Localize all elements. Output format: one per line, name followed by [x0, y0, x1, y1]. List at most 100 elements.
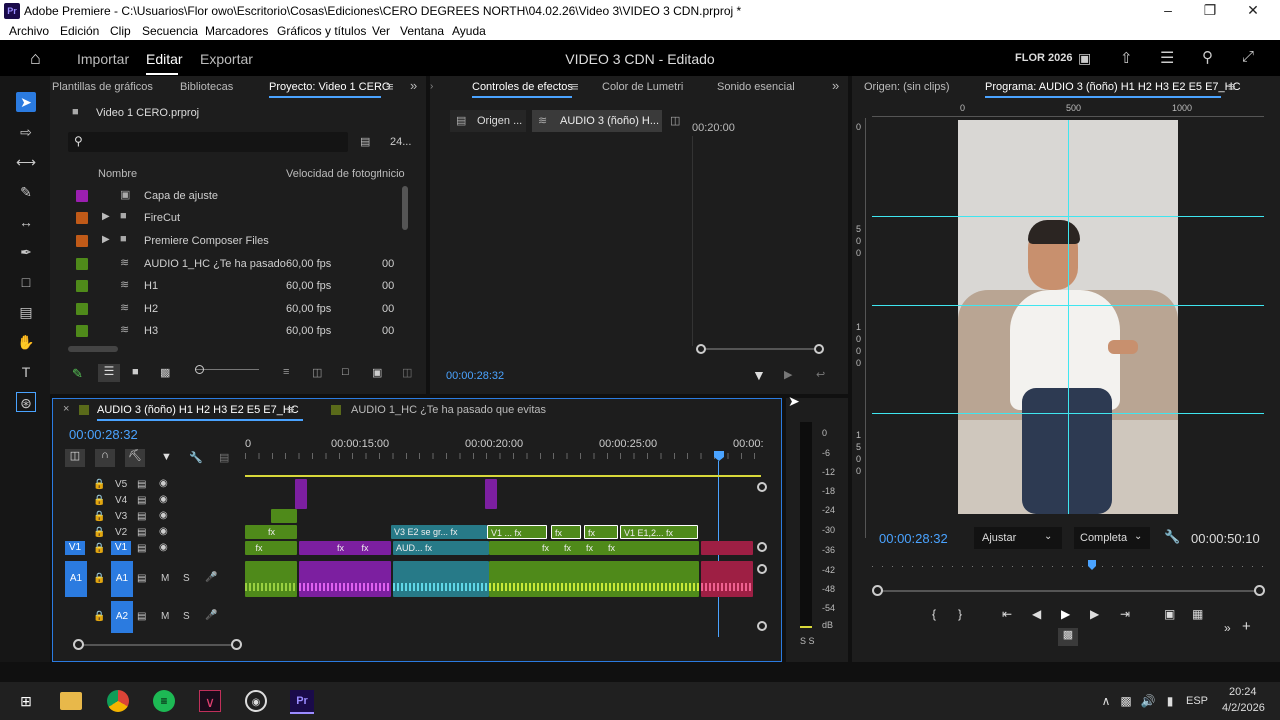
minimize-icon[interactable]: – [1158, 2, 1178, 18]
go-to-out-icon[interactable]: ⇥ [1120, 607, 1130, 621]
timeline-clip[interactable]: V1 ... fx [487, 525, 547, 539]
lift-icon[interactable]: ▣ [1164, 607, 1175, 621]
eye-icon[interactable]: ◉ [159, 510, 168, 521]
app-icon[interactable]: ∨ [199, 690, 221, 712]
solo-buttons[interactable]: S S [800, 636, 815, 646]
tab-plantillas[interactable]: Plantillas de gráficos [52, 81, 153, 93]
ripple-edit-tool-icon[interactable]: ⟷ [16, 152, 36, 172]
timeline-clip[interactable] [701, 541, 753, 555]
more-buttons-icon[interactable]: » [1224, 621, 1231, 635]
track-a1-label[interactable]: A1 [111, 561, 133, 597]
menu-archivo[interactable]: Archivo [9, 24, 49, 38]
file-explorer-icon[interactable] [60, 692, 82, 710]
menu-clip[interactable]: Clip [110, 24, 131, 38]
clock-time[interactable]: 20:24 [1229, 686, 1257, 698]
source-patch-a1[interactable]: A1 [65, 561, 87, 597]
timeline-timecode[interactable]: 00:00:28:32 [69, 427, 138, 442]
list-item[interactable]: ▶ ■ FireCut [70, 207, 410, 229]
program-timecode[interactable]: 00:00:28:32 [879, 531, 948, 546]
fullscreen-icon[interactable]: ⤢ [1242, 48, 1254, 65]
lock-icon[interactable]: 🔒 [93, 573, 105, 584]
col-inicio[interactable]: Inicio [379, 168, 405, 180]
sequence-subtab[interactable]: ≋ AUDIO 3 (ñoño) H... [532, 110, 662, 132]
list-item[interactable]: ≋ AUDIO 1_HC ¿Te ha pasado 60,00 fps 00 [70, 253, 410, 275]
sync-lock-icon[interactable]: ▤ [137, 573, 146, 584]
menu-marcadores[interactable]: Marcadores [205, 24, 268, 38]
timeline-clip[interactable]: fx [551, 525, 581, 539]
zoom-slider[interactable] [195, 365, 259, 375]
new-item-icon[interactable]: ▣ [372, 366, 382, 379]
search-icon[interactable]: ⚲ [1202, 48, 1213, 66]
program-zoom-bar[interactable] [872, 585, 1265, 597]
mute-icon[interactable]: M [161, 611, 169, 622]
microphone-icon[interactable]: 🎤 [205, 572, 217, 583]
effects-zoom-bar[interactable] [696, 344, 824, 354]
extract-icon[interactable]: ▦ [1192, 607, 1203, 621]
folder-icon[interactable]: □ [342, 366, 349, 378]
slip-tool-icon[interactable]: ↔ [16, 212, 36, 232]
fit-dropdown[interactable]: Ajustar ⌄ [974, 527, 1062, 549]
timeline-clip[interactable] [485, 479, 497, 509]
premiere-taskbar-icon[interactable]: Pr [290, 690, 314, 714]
obs-icon[interactable]: ◉ [245, 690, 267, 712]
tab-proyecto[interactable]: Proyecto: Video 1 CERO [269, 81, 390, 93]
step-back-icon[interactable]: ◀ [1032, 607, 1041, 621]
timeline-settings-icon[interactable]: 🔧 [189, 451, 203, 464]
audio-clip[interactable] [489, 561, 699, 597]
sync-lock-icon[interactable]: ▤ [137, 543, 146, 554]
share-icon[interactable]: ⇧ [1120, 49, 1133, 67]
panel-left-arrow-icon[interactable]: › [430, 81, 433, 92]
v-scroll-handle[interactable] [757, 482, 767, 492]
track-a2-label[interactable]: A2 [111, 601, 133, 633]
a-scroll-handle[interactable] [757, 564, 767, 574]
trash-icon[interactable]: ◫ [402, 366, 412, 379]
eye-icon[interactable]: ◉ [159, 542, 168, 553]
filter-icon[interactable]: ▼ [752, 367, 766, 383]
panel-menu-icon[interactable]: ≡ [287, 402, 295, 417]
source-subtab[interactable]: ▤ Origen ... [450, 110, 526, 132]
toggle-timeline-icon[interactable]: ◫ [670, 114, 680, 127]
wrench-icon[interactable]: 🔧 [1164, 529, 1180, 545]
track-v1-label[interactable]: V1 [111, 541, 131, 555]
linked-selection-icon[interactable]: ⛏ [125, 449, 145, 467]
lock-icon[interactable]: 🔒 [93, 479, 105, 490]
sync-lock-icon[interactable]: ▤ [137, 511, 146, 522]
a-scroll-handle[interactable] [757, 621, 767, 631]
menu-secuencia[interactable]: Secuencia [142, 24, 198, 38]
expand-icon[interactable]: ▶ [102, 211, 110, 222]
chrome-icon[interactable] [107, 690, 129, 712]
sort-icon[interactable]: ≡ [283, 366, 289, 378]
sync-lock-icon[interactable]: ▤ [137, 611, 146, 622]
timeline-zoom-bar[interactable] [73, 639, 243, 651]
effects-timecode[interactable]: 00:00:28:32 [446, 370, 504, 382]
pen-tool-icon[interactable]: ✒ [16, 242, 36, 262]
menu-ventana[interactable]: Ventana [400, 24, 444, 38]
network-icon[interactable]: ▩ [1114, 690, 1138, 712]
quality-dropdown[interactable]: Completa ⌄ [1074, 527, 1150, 549]
tab-bibliotecas[interactable]: Bibliotecas [180, 81, 233, 93]
eye-icon[interactable]: ◉ [159, 478, 168, 489]
sync-lock-icon[interactable]: ▤ [137, 495, 146, 506]
eye-icon[interactable]: ◉ [159, 526, 168, 537]
col-name[interactable]: Nombre [98, 168, 137, 180]
list-view-icon[interactable]: ☰ [98, 364, 120, 382]
lock-icon[interactable]: 🔒 [93, 511, 105, 522]
sync-lock-icon[interactable]: ▤ [137, 479, 146, 490]
tab-sequence-active[interactable]: AUDIO 3 (ñoño) H1 H2 H3 E2 E5 E7_HC [97, 404, 299, 416]
timeline-ruler[interactable]: 0 00:00:15:00 00:00:20:00 00:00:25:00 00… [245, 437, 765, 465]
captions-icon[interactable]: ▤ [219, 451, 229, 464]
add-marker-icon[interactable]: ▼ [161, 451, 172, 463]
timeline-clip[interactable] [271, 509, 297, 523]
timeline-clip[interactable] [295, 479, 307, 509]
more-panels-icon[interactable]: » [832, 78, 839, 93]
restore-icon[interactable]: ❐ [1200, 2, 1220, 19]
list-item[interactable]: ≋ H3 60,00 fps 00 [70, 320, 410, 342]
solo-icon[interactable]: S [183, 611, 190, 622]
hand-tool-icon[interactable]: ✋ [16, 332, 36, 352]
expand-icon[interactable]: ▶ [102, 234, 110, 245]
panel-menu-icon[interactable]: ≡ [1228, 79, 1236, 94]
menu-ver[interactable]: Ver [372, 24, 390, 38]
menu-edicion[interactable]: Edición [60, 24, 99, 38]
add-button-icon[interactable]: + [1242, 618, 1251, 635]
work-area-bar[interactable] [245, 475, 761, 477]
